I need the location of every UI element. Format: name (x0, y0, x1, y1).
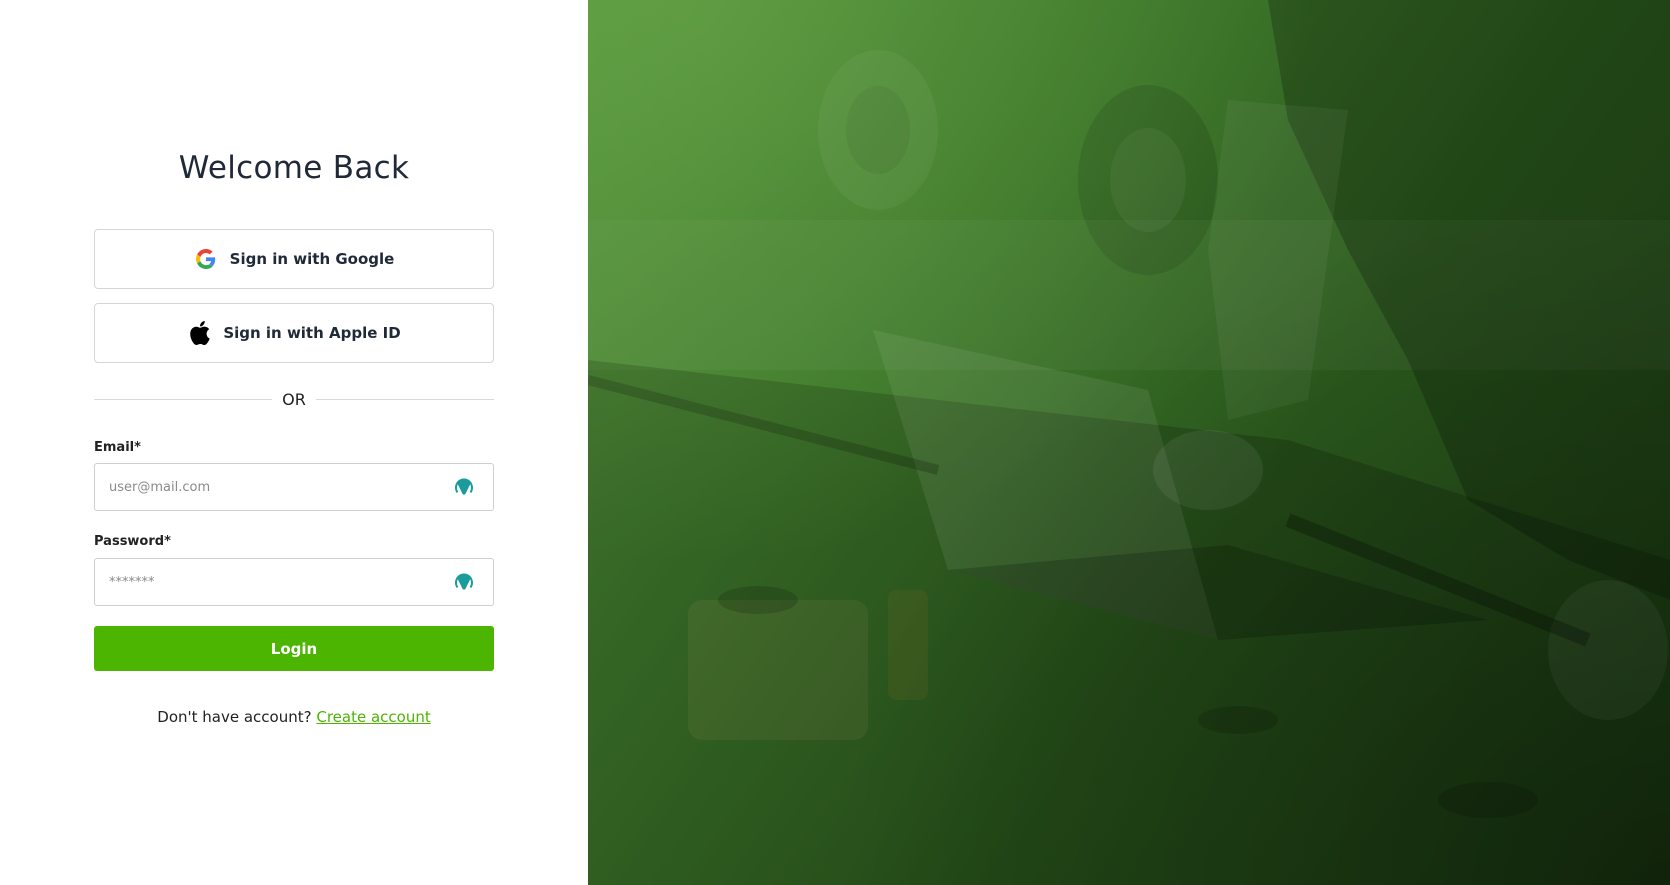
divider-line-right (315, 398, 494, 400)
page-title: Welcome Back (178, 150, 410, 186)
apple-logo-icon (187, 321, 211, 346)
signup-row: Don't have account? Create account (0, 708, 588, 726)
or-divider: OR (94, 388, 494, 410)
login-button[interactable]: Login (94, 626, 494, 671)
apple-signin-label: Sign in with Apple ID (223, 324, 401, 342)
login-panel: Welcome Back Sign in with Google Sign in… (0, 0, 588, 885)
google-signin-label: Sign in with Google (229, 250, 395, 268)
email-input[interactable] (95, 464, 453, 510)
hero-overlay (588, 0, 1670, 885)
google-signin-button[interactable]: Sign in with Google (94, 229, 494, 289)
login-page: Welcome Back Sign in with Google Sign in… (0, 0, 1670, 885)
password-manager-icon[interactable] (453, 571, 475, 593)
signup-prompt: Don't have account? (157, 708, 312, 726)
password-manager-icon[interactable] (453, 476, 475, 498)
or-text: OR (282, 389, 306, 409)
google-logo-icon (194, 247, 218, 271)
apple-signin-button[interactable]: Sign in with Apple ID (94, 303, 494, 363)
create-account-link[interactable]: Create account (316, 708, 430, 726)
email-label: Email* (94, 440, 141, 455)
hero-image (588, 0, 1670, 885)
divider-line-left (94, 398, 273, 400)
email-field-wrapper (94, 463, 494, 511)
password-input[interactable] (95, 559, 453, 605)
password-field-wrapper (94, 558, 494, 606)
password-label: Password* (94, 534, 171, 549)
